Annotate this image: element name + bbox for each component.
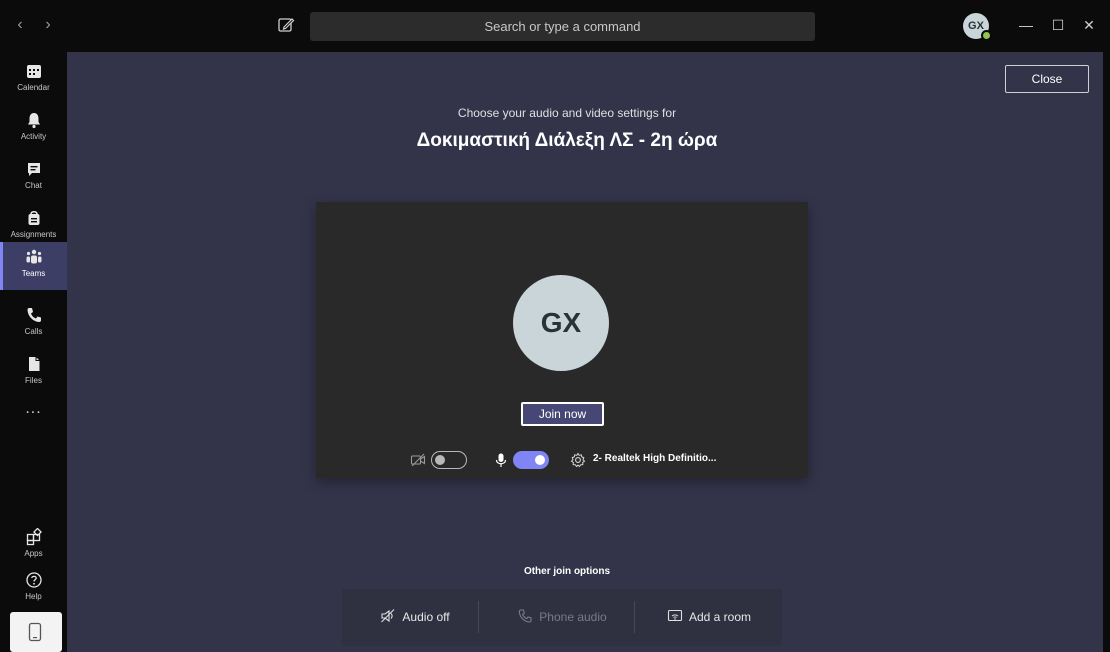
compose-icon — [278, 18, 295, 32]
divider — [634, 601, 635, 633]
back-button[interactable]: ‹ — [10, 14, 30, 36]
other-join-options: Audio off Phone audio Add a room — [342, 589, 782, 646]
phone-audio-option: Phone audio — [489, 589, 635, 646]
maximize-button[interactable]: ☐ — [1047, 14, 1069, 36]
join-now-button[interactable]: Join now — [521, 402, 604, 426]
rail-item-calls[interactable]: Calls — [0, 300, 67, 348]
rail-item-calendar[interactable]: Calendar — [0, 56, 67, 104]
avatar: GX — [513, 275, 609, 371]
rail-label: Chat — [25, 181, 42, 190]
minimize-button[interactable]: — — [1015, 14, 1037, 36]
other-join-options-title: Other join options — [523, 566, 611, 577]
forward-button[interactable]: › — [38, 14, 58, 36]
microphone-icon — [495, 453, 507, 467]
rail-item-apps[interactable]: Apps — [0, 522, 67, 570]
video-preview: GX Join now 2- Realtek High Definitio... — [316, 202, 808, 478]
settings-subtitle: Choose your audio and video settings for — [457, 106, 677, 120]
rail-item-teams[interactable]: Teams — [0, 242, 67, 290]
rail-item-chat[interactable]: Chat — [0, 154, 67, 202]
file-icon — [28, 357, 39, 371]
audio-off-label: Audio off — [402, 610, 450, 624]
speaker-off-icon — [381, 609, 395, 623]
window-edge — [1103, 52, 1110, 652]
bell-icon — [27, 113, 40, 129]
rail-label: Help — [25, 592, 42, 601]
title-bar: ‹ › Search or type a command GX — ☐ ✕ — [0, 0, 1110, 52]
calendar-icon — [26, 65, 41, 78]
camera-toggle[interactable] — [431, 451, 467, 469]
more-apps-button[interactable]: ... — [0, 400, 67, 420]
device-controls: 2- Realtek High Definitio... — [316, 448, 808, 472]
apps-icon — [26, 528, 42, 546]
new-chat-button[interactable] — [274, 13, 298, 37]
audio-off-option[interactable]: Audio off — [342, 589, 488, 646]
teams-icon — [26, 249, 41, 264]
assignments-icon — [28, 210, 39, 225]
pre-join-screen: Close Choose your audio and video settin… — [67, 52, 1103, 652]
add-room-option[interactable]: Add a room — [636, 589, 782, 646]
chat-icon — [27, 163, 40, 176]
search-input[interactable]: Search or type a command — [310, 12, 815, 41]
audio-device-selector[interactable]: 2- Realtek High Definitio... — [593, 453, 716, 464]
phone-icon — [27, 308, 41, 322]
divider — [478, 601, 479, 633]
phone-audio-label: Phone audio — [539, 610, 607, 624]
close-window-button[interactable]: ✕ — [1078, 14, 1100, 36]
rail-label: Files — [25, 376, 42, 385]
rail-label: Activity — [20, 132, 47, 141]
rail-label: Apps — [24, 549, 43, 558]
rail-item-files[interactable]: Files — [0, 349, 67, 397]
rail-label: Assignments — [10, 230, 57, 239]
device-button[interactable] — [10, 612, 62, 652]
settings-gear-icon — [570, 452, 586, 468]
rail-label: Teams — [21, 269, 46, 278]
meeting-title: Δοκιμαστική Διάλεξη ΛΣ - 2η ώρα — [416, 130, 718, 151]
phone-icon — [519, 609, 532, 623]
close-button[interactable]: Close — [1005, 65, 1089, 93]
rail-label: Calls — [24, 327, 43, 336]
rail-label: Calendar — [17, 83, 50, 92]
camera-off-icon — [410, 453, 426, 467]
room-cast-icon — [667, 609, 683, 622]
help-icon — [25, 572, 42, 588]
rail-item-activity[interactable]: Activity — [0, 105, 67, 153]
add-room-label: Add a room — [688, 610, 752, 624]
presence-status-icon — [981, 30, 992, 41]
mobile-device-icon — [28, 622, 42, 642]
app-rail: Calendar Activity Chat Assignments Teams… — [0, 52, 67, 652]
rail-item-help[interactable]: Help — [0, 565, 67, 613]
microphone-toggle[interactable] — [513, 451, 549, 469]
